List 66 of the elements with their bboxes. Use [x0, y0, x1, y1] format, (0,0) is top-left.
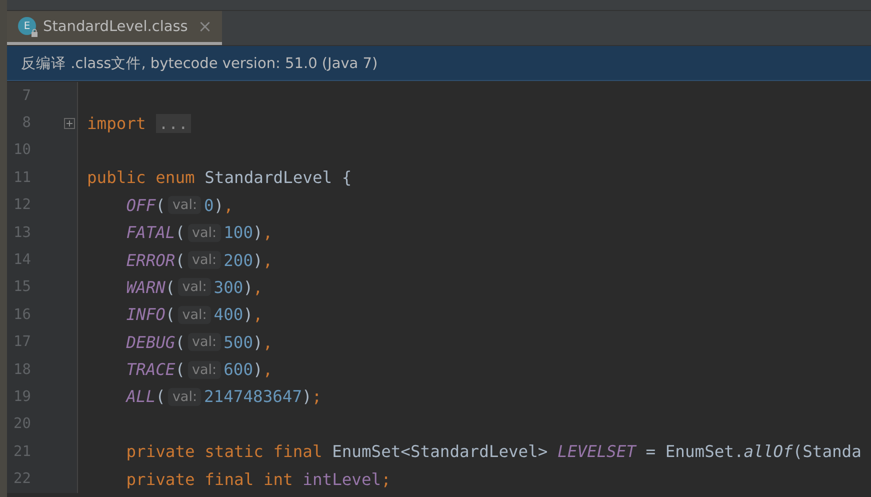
- expand-fold-icon[interactable]: [64, 118, 75, 129]
- code-number: 300: [214, 278, 244, 297]
- code-constant: WARN: [125, 278, 166, 297]
- code-keyword: private final int: [125, 470, 294, 489]
- code-text: (: [165, 278, 176, 297]
- parameter-hint: val:: [188, 224, 221, 242]
- code-number: 400: [214, 305, 244, 324]
- banner-text: 反编译 .class文件, bytecode version: 51.0 (Java 7): [21, 54, 378, 72]
- code-punctuation: ,: [262, 360, 273, 380]
- code-keyword: import: [87, 114, 147, 133]
- close-icon[interactable]: ×: [198, 16, 212, 36]
- code-text: (: [175, 360, 186, 380]
- code-field: intLevel: [302, 470, 382, 489]
- code-text: ): [243, 278, 254, 297]
- code-text: ): [243, 305, 254, 324]
- parameter-hint: val:: [178, 306, 211, 324]
- code-text: (: [165, 305, 176, 324]
- code-constant: OFF: [125, 196, 156, 215]
- code-punctuation: ;: [381, 470, 391, 489]
- code-constant: INFO: [125, 305, 166, 324]
- code-punctuation: ,: [262, 332, 273, 352]
- code-keyword: public enum: [87, 168, 195, 188]
- code-constant: TRACE: [125, 360, 176, 380]
- code-method: allOf: [744, 442, 793, 462]
- code-number: 600: [224, 360, 254, 380]
- code-text: (Standa: [792, 442, 862, 462]
- file-tab[interactable]: E StandardLevel.class ×: [7, 11, 222, 45]
- code-punctuation: ;: [312, 387, 322, 406]
- parameter-hint: val:: [168, 196, 201, 214]
- parameter-hint: val:: [188, 251, 221, 270]
- code-text: (: [156, 387, 166, 406]
- code-text: (: [156, 196, 166, 215]
- parameter-hint: val:: [178, 278, 211, 296]
- code-text: StandardLevel {: [204, 168, 352, 188]
- code-text: = EnumSet.: [644, 442, 744, 462]
- code-keyword: private static final: [125, 442, 322, 462]
- code-text: ): [253, 360, 263, 380]
- code-punctuation: ,: [224, 196, 234, 215]
- code-number: 0: [204, 196, 214, 215]
- code-text: EnumSet<StandardLevel>: [331, 442, 549, 462]
- code-number: 200: [224, 250, 254, 270]
- code-constant: DEBUG: [125, 332, 176, 352]
- code-text: (: [175, 250, 186, 270]
- code-punctuation: ,: [253, 305, 263, 324]
- folded-code[interactable]: ...: [156, 114, 192, 133]
- code-punctuation: ,: [253, 278, 263, 297]
- code-constant: LEVELSET: [558, 442, 636, 462]
- code-text: ): [302, 387, 312, 406]
- code-number: 2147483647: [204, 387, 302, 406]
- code-text: (: [175, 332, 186, 352]
- code-punctuation: ,: [262, 223, 273, 242]
- code-text: ): [253, 332, 263, 352]
- code-number: 500: [224, 332, 254, 352]
- code-text: ): [214, 196, 224, 215]
- parameter-hint: val:: [188, 360, 221, 379]
- code-text: ): [253, 223, 263, 242]
- code-punctuation: ,: [262, 250, 273, 270]
- code-text: (: [175, 223, 186, 242]
- parameter-hint: val:: [168, 388, 201, 406]
- code-text: ): [253, 250, 263, 270]
- code-constant: ALL: [124, 387, 156, 406]
- code-number: 100: [224, 223, 254, 242]
- enum-file-icon: E: [18, 17, 37, 36]
- parameter-hint: val:: [188, 333, 221, 352]
- code-constant: FATAL: [125, 223, 176, 242]
- code-constant: ERROR: [125, 250, 176, 270]
